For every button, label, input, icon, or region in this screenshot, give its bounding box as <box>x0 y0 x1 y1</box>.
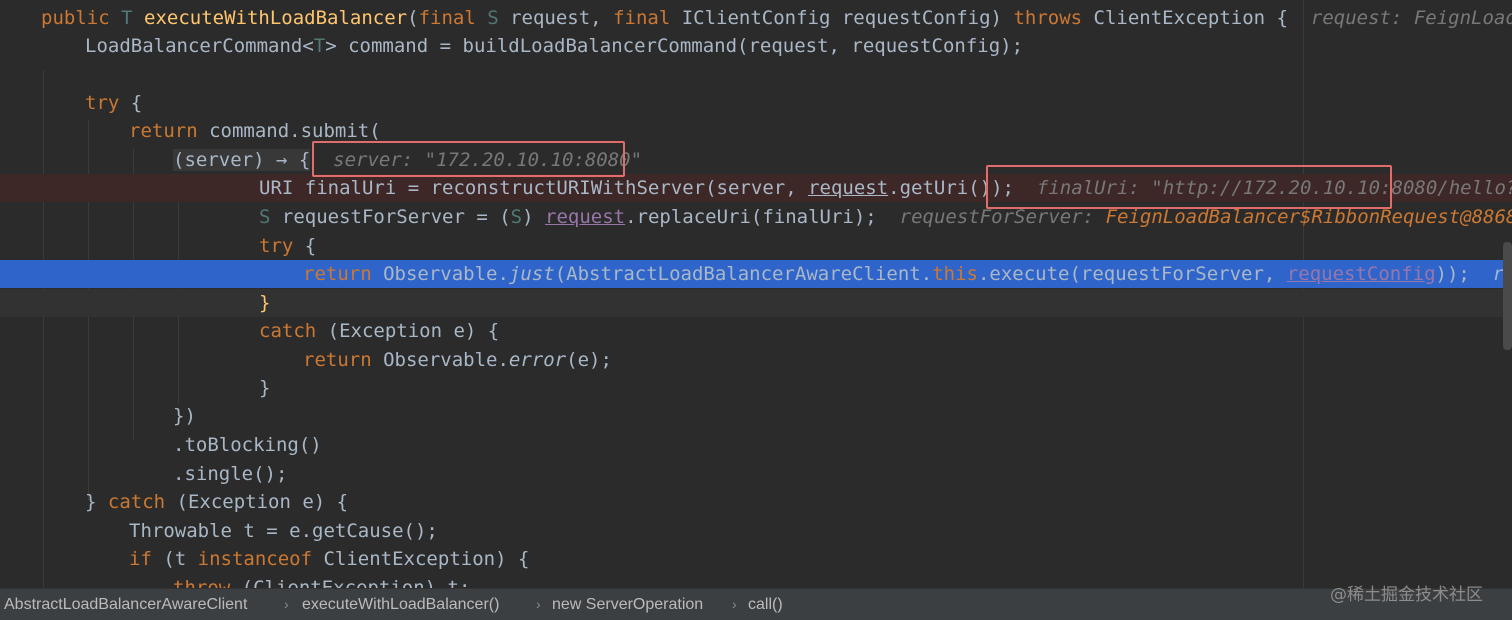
keyword-try: try <box>85 92 120 114</box>
code-text: command.submit( <box>197 120 381 142</box>
keyword-catch: catch <box>259 320 317 342</box>
inline-debug-hint: request: FeignLoadBalancer <box>1310 7 1512 29</box>
keyword-public: public <box>41 7 110 29</box>
code-text: URI finalUri = reconstructURIWithServer(… <box>259 177 809 199</box>
keyword-final: final <box>418 7 476 29</box>
type-param: S <box>510 206 523 228</box>
keyword-return: return <box>303 349 372 371</box>
code-text: (Exception e) { <box>165 491 349 513</box>
breadcrumb: AbstractLoadBalancerAwareClient › execut… <box>0 588 1512 620</box>
keyword-this: this <box>932 263 978 285</box>
method-name: executeWithLoadBalancer <box>144 7 408 29</box>
code-text: .toBlocking() <box>173 434 322 456</box>
lambda-params: (server) → { <box>173 149 311 171</box>
type-param: S <box>487 7 499 29</box>
param-request: request, <box>498 7 614 29</box>
code-text: (AbstractLoadBalancerAwareClient. <box>554 263 933 285</box>
code-text: requestForServer = ( <box>270 206 511 228</box>
code-line-18[interactable]: } catch (Exception e) { <box>0 488 1512 516</box>
code-line-17[interactable]: .single(); <box>0 460 1512 488</box>
code-text: (Exception e) { <box>316 320 500 342</box>
keyword-if: if <box>129 548 152 570</box>
code-text: Observable. <box>371 263 509 285</box>
param-config: IClientConfig requestConfig) <box>670 7 1014 29</box>
vertical-scrollbar-thumb[interactable] <box>1503 242 1512 350</box>
code-line-2[interactable]: LoadBalancerCommand<T> command = buildLo… <box>0 32 1512 60</box>
type-param: S <box>259 206 271 228</box>
exception-type: ClientException { <box>1082 7 1288 29</box>
code-line-1[interactable]: public T executeWithLoadBalancer(final S… <box>0 4 1512 32</box>
field-request: request <box>808 177 889 199</box>
keyword-final: final <box>613 7 671 29</box>
code-text: .execute(requestForServer, <box>977 263 1287 285</box>
code-text: LoadBalancerCommand< <box>85 35 314 57</box>
watermark: @稀土掘金技术社区 <box>1330 585 1483 605</box>
code-line-12[interactable]: catch (Exception e) { <box>0 317 1512 345</box>
type-param: T <box>313 35 326 57</box>
code-text: { <box>119 92 143 114</box>
brace: }) <box>173 405 196 427</box>
code-line-19[interactable]: Throwable t = e.getCause(); <box>0 517 1512 545</box>
keyword-instanceof: instanceof <box>197 548 313 570</box>
code-line-4[interactable]: try { <box>0 89 1512 117</box>
keyword-throw: throw <box>173 577 231 588</box>
field-request: request <box>545 206 626 228</box>
code-text: (ClientException) t; <box>230 577 471 588</box>
debug-object-ref: FeignLoadBalancer$RibbonRequest@8868 <box>1105 206 1512 228</box>
code-text: (e); <box>566 349 612 371</box>
brace: } <box>259 377 271 399</box>
breadcrumb-separator: › <box>284 596 289 612</box>
code-line-10-current[interactable]: return Observable.just(AbstractLoadBalan… <box>0 260 1512 288</box>
code-line-9[interactable]: try { <box>0 232 1512 260</box>
highlight-box-finaluri <box>986 165 1392 209</box>
code-text: (t <box>151 548 198 570</box>
code-text: } <box>85 491 108 513</box>
code-text: Throwable t = e.getCause(); <box>129 520 438 542</box>
code-line-21[interactable]: throw (ClientException) t; <box>0 574 1512 588</box>
paren: ( <box>407 7 419 29</box>
keyword-return: return <box>303 263 372 285</box>
code-line-11[interactable]: } <box>0 289 1512 317</box>
code-line-16[interactable]: .toBlocking() <box>0 431 1512 459</box>
inline-debug-hint: requestForServer: <box>899 206 1106 228</box>
breadcrumb-item-class[interactable]: AbstractLoadBalancerAwareClient <box>4 589 247 620</box>
method-just: just <box>508 263 555 285</box>
code-text: .single(); <box>173 463 288 485</box>
type-param: T <box>121 7 133 29</box>
breadcrumb-separator: › <box>732 596 737 612</box>
code-text: ClientException) { <box>312 548 530 570</box>
code-line-5[interactable]: return command.submit( <box>0 117 1512 145</box>
code-text: Observable. <box>371 349 509 371</box>
keyword-throws: throws <box>1013 7 1083 29</box>
code-text: ) <box>522 206 546 228</box>
code-line-20[interactable]: if (t instanceof ClientException) { <box>0 545 1512 573</box>
code-text: )); <box>1435 263 1470 285</box>
breadcrumb-item-call[interactable]: call() <box>748 589 783 620</box>
keyword-return: return <box>129 120 198 142</box>
code-line-13[interactable]: return Observable.error(e); <box>0 346 1512 374</box>
code-line-14[interactable]: } <box>0 374 1512 402</box>
breadcrumb-item-anon-class[interactable]: new ServerOperation <box>552 589 703 620</box>
field-requestconfig: requestConfig <box>1286 263 1436 285</box>
keyword-try: try <box>259 235 294 257</box>
method-error: error <box>508 349 567 371</box>
code-text: { <box>293 235 317 257</box>
code-line-15[interactable]: }) <box>0 402 1512 430</box>
code-editor[interactable]: public T executeWithLoadBalancer(final S… <box>0 0 1512 588</box>
brace: } <box>259 292 271 314</box>
breadcrumb-item-method[interactable]: executeWithLoadBalancer() <box>302 589 499 620</box>
keyword-catch: catch <box>107 491 166 513</box>
code-text: > command = buildLoadBalancerCommand(req… <box>325 35 1024 57</box>
code-text: .replaceUri(finalUri); <box>625 206 877 228</box>
breadcrumb-separator: › <box>536 596 541 612</box>
highlight-box-server <box>312 141 625 177</box>
